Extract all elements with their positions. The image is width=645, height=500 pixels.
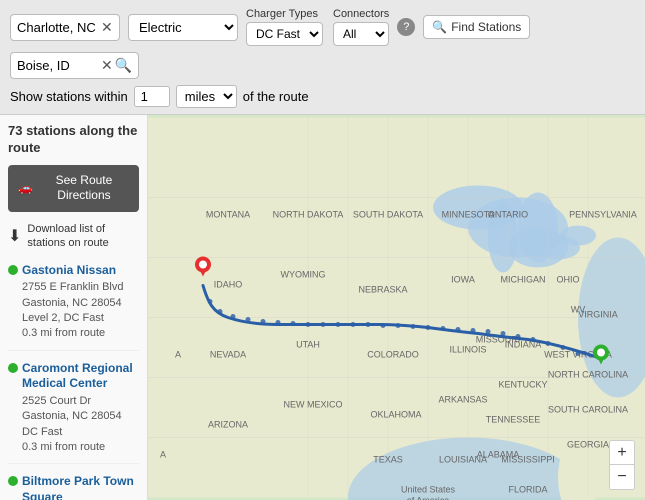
svg-text:UTAH: UTAH xyxy=(296,340,320,350)
station-header: Gastonia Nissan xyxy=(8,263,139,279)
svg-text:ALABAMA: ALABAMA xyxy=(477,450,520,460)
svg-text:ILLINOIS: ILLINOIS xyxy=(449,345,486,355)
svg-text:KENTUCKY: KENTUCKY xyxy=(498,380,547,390)
download-label: Download list of stations on route xyxy=(27,222,139,251)
svg-text:United States: United States xyxy=(401,485,456,495)
svg-text:ONTARIO: ONTARIO xyxy=(488,210,528,220)
svg-text:NEW MEXICO: NEW MEXICO xyxy=(283,400,342,410)
station-address-2: Gastonia, NC 28054 xyxy=(22,296,139,311)
destination-clear-button[interactable]: ✕ xyxy=(101,57,113,74)
units-select[interactable]: miles xyxy=(176,85,237,108)
station-details: 2755 E Franklin Blvd Gastonia, NC 28054 … xyxy=(8,280,139,342)
svg-text:OKLAHOMA: OKLAHOMA xyxy=(370,410,421,420)
fuel-type-select[interactable]: Electric xyxy=(128,14,238,41)
zoom-controls: + − xyxy=(609,440,635,490)
stations-count: 73 stations along the route xyxy=(8,123,139,157)
charger-types-label: Charger Types xyxy=(246,8,323,20)
zoom-out-button[interactable]: − xyxy=(610,465,634,489)
find-stations-label: Find Stations xyxy=(451,20,521,34)
within-value-input[interactable] xyxy=(134,86,170,107)
route-directions-button[interactable]: 🚗 See Route Directions xyxy=(8,165,139,212)
list-item: Gastonia Nissan 2755 E Franklin Blvd Gas… xyxy=(8,263,139,351)
of-route-label: of the route xyxy=(243,89,309,104)
station-dot xyxy=(8,476,18,486)
charger-section: Charger Types DC Fast Connectors All xyxy=(246,8,389,46)
svg-text:OHIO: OHIO xyxy=(556,275,579,285)
svg-text:NORTH CAROLINA: NORTH CAROLINA xyxy=(548,370,628,380)
station-charger-info: Level 2, DC Fast xyxy=(22,311,139,326)
zoom-in-button[interactable]: + xyxy=(610,441,634,465)
top-bar: ✕ Electric Charger Types DC Fast Connect… xyxy=(0,0,645,115)
svg-text:VIRGINIA: VIRGINIA xyxy=(578,310,618,320)
station-name[interactable]: Caromont Regional Medical Center xyxy=(22,361,139,392)
station-distance: 0.3 mi from route xyxy=(22,440,139,455)
station-dot xyxy=(8,265,18,275)
station-header: Biltmore Park Town Square xyxy=(8,474,139,500)
station-address-2: Gastonia, NC 28054 xyxy=(22,409,139,424)
destination-search-button[interactable]: 🔍 xyxy=(115,57,132,74)
origin-clear-button[interactable]: ✕ xyxy=(101,19,113,36)
svg-text:FLORIDA: FLORIDA xyxy=(508,485,547,495)
svg-text:MINNESOTA: MINNESOTA xyxy=(442,210,495,220)
download-row[interactable]: ⬇ Download list of stations on route xyxy=(8,222,139,251)
station-address-1: 2525 Court Dr xyxy=(22,394,139,409)
station-name[interactable]: Gastonia Nissan xyxy=(22,263,116,279)
sidebar: 73 stations along the route 🚗 See Route … xyxy=(0,115,148,500)
station-dot xyxy=(8,363,18,373)
charger-types-group: Charger Types DC Fast xyxy=(246,8,323,46)
svg-text:NEVADA: NEVADA xyxy=(210,350,246,360)
station-name[interactable]: Biltmore Park Town Square xyxy=(22,474,139,500)
svg-text:COLORADO: COLORADO xyxy=(367,350,419,360)
svg-text:WYOMING: WYOMING xyxy=(281,270,326,280)
connectors-select[interactable]: All xyxy=(333,22,389,46)
station-distance: 0.3 mi from route xyxy=(22,326,139,341)
svg-text:IDAHO: IDAHO xyxy=(214,280,243,290)
find-stations-button[interactable]: 🔍 Find Stations xyxy=(423,15,530,39)
charger-type-select[interactable]: DC Fast xyxy=(246,22,323,46)
list-item: Biltmore Park Town Square 1 Town Square … xyxy=(8,474,139,500)
origin-input[interactable] xyxy=(17,20,97,35)
destination-input[interactable] xyxy=(17,58,97,73)
station-address-1: 2755 E Franklin Blvd xyxy=(22,280,139,295)
car-icon: 🚗 xyxy=(18,181,33,197)
list-item: Caromont Regional Medical Center 2525 Co… xyxy=(8,361,139,465)
map-area[interactable]: MONTANA IDAHO NEVADA ARIZONA NORTH DAKOT… xyxy=(148,115,645,500)
svg-text:TENNESSEE: TENNESSEE xyxy=(486,415,541,425)
svg-text:ARKANSAS: ARKANSAS xyxy=(438,395,487,405)
destination-field[interactable]: ✕ 🔍 xyxy=(10,52,139,79)
help-icon[interactable]: ? xyxy=(397,18,415,36)
within-label: Show stations within xyxy=(10,89,128,104)
within-row: Show stations within miles of the route xyxy=(10,85,635,108)
route-directions-label: See Route Directions xyxy=(39,173,129,204)
svg-text:PENNSYLVANIA: PENNSYLVANIA xyxy=(569,210,637,220)
station-details: 2525 Court Dr Gastonia, NC 28054 DC Fast… xyxy=(8,394,139,456)
svg-text:A: A xyxy=(175,350,181,360)
connectors-group: Connectors All xyxy=(333,8,389,46)
station-charger-info: DC Fast xyxy=(22,425,139,440)
svg-text:IOWA: IOWA xyxy=(451,275,475,285)
svg-text:NORTH DAKOTA: NORTH DAKOTA xyxy=(273,210,344,220)
svg-text:GEORGIA: GEORGIA xyxy=(567,440,609,450)
svg-text:A: A xyxy=(160,450,166,460)
svg-text:TEXAS: TEXAS xyxy=(373,455,403,465)
origin-field[interactable]: ✕ xyxy=(10,14,120,41)
connectors-label: Connectors xyxy=(333,8,389,20)
svg-text:MICHIGAN: MICHIGAN xyxy=(501,275,546,285)
svg-text:ARIZONA: ARIZONA xyxy=(208,420,248,430)
search-icon: 🔍 xyxy=(432,20,447,34)
svg-text:NEBRASKA: NEBRASKA xyxy=(358,285,407,295)
download-icon: ⬇ xyxy=(8,226,21,246)
svg-text:MONTANA: MONTANA xyxy=(206,210,250,220)
svg-text:of America: of America xyxy=(407,496,450,500)
station-header: Caromont Regional Medical Center xyxy=(8,361,139,392)
main-content: 73 stations along the route 🚗 See Route … xyxy=(0,115,645,500)
svg-text:SOUTH CAROLINA: SOUTH CAROLINA xyxy=(548,405,628,415)
map-svg: MONTANA IDAHO NEVADA ARIZONA NORTH DAKOT… xyxy=(148,115,645,500)
svg-text:SOUTH DAKOTA: SOUTH DAKOTA xyxy=(353,210,423,220)
